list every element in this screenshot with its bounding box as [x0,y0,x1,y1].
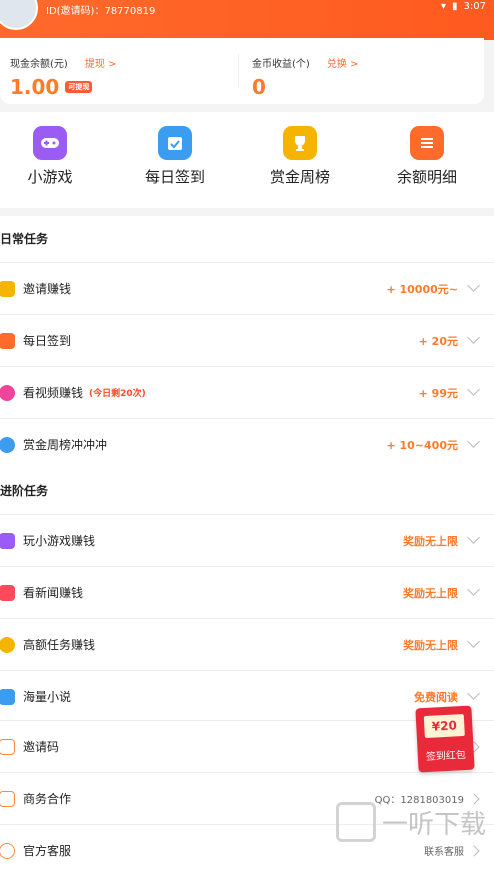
advanced-tasks-section: 进阶任务 玩小游戏赚钱 奖励无上限 看新闻赚钱 奖励无上限 高额任务赚钱 奖励无… [0,468,494,722]
wallet-divider [238,54,239,88]
task-note: (今日剩20次) [89,389,146,399]
cash-value: 1.00 [10,75,60,99]
task-label: 每日签到 [23,334,72,348]
withdraw-link[interactable]: 提现 > [85,59,117,70]
task-label: 邀请赚钱 [23,282,72,296]
chevron-down-icon[interactable] [467,435,480,448]
gamepad-icon [0,532,15,549]
task-row-games[interactable]: 玩小游戏赚钱 奖励无上限 [0,514,494,566]
task-row-checkin[interactable]: 每日签到 + 20元 [0,314,494,366]
briefcase-icon [0,790,15,807]
cash-label: 现金余额(元) [10,59,68,70]
chat-icon [0,738,15,755]
quick-balance-detail[interactable]: 余额明细 [377,126,477,187]
quick-actions: 小游戏 每日签到 赏金周榜 余额明细 [0,112,494,208]
task-reward: 奖励无上限 [403,586,458,600]
watermark-text: 一听下载 [382,809,487,840]
quick-balance-detail-label: 余额明细 [396,168,457,186]
wifi-icon: ▾ [440,1,447,12]
quick-checkin-label: 每日签到 [144,168,205,186]
coin-value: 0 [252,75,266,99]
news-icon [0,584,15,601]
task-label: 海量小说 [23,690,72,704]
pacman-icon [0,636,15,653]
task-row-ranking[interactable]: 赏金周榜冲冲冲 + 10~400元 [0,418,494,470]
red-packet-button[interactable]: ¥20 签到红包 [415,705,475,773]
advanced-tasks-title: 进阶任务 [0,484,49,498]
task-row-video[interactable]: 看视频赚钱 (今日剩20次) + 99元 [0,366,494,418]
task-reward: 奖励无上限 [403,638,458,652]
book-icon [0,688,15,705]
wallet-card: 现金余额(元) 提现 > 1.00 可提现 金币收益(个) 兑换 > 0 [0,38,484,104]
red-packet-label: 签到红包 [425,749,467,764]
coin-balance: 金币收益(个) 兑换 > 0 [252,52,358,99]
watermark-logo-icon [336,802,376,842]
time: 3:07 [463,1,486,12]
invite-id-text: ID(邀请码)：78770819 [46,6,156,17]
task-label: 赏金周榜冲冲冲 [23,438,108,452]
task-reward: 奖励无上限 [403,534,458,548]
chevron-down-icon[interactable] [467,531,480,544]
chevron-down-icon[interactable] [467,583,480,596]
quick-games-label: 小游戏 [27,168,73,186]
task-reward: + 10000元~ [386,282,458,296]
task-reward: 免费阅读 [414,690,458,704]
list-icon [410,126,444,160]
calendar-icon [0,332,15,349]
daily-tasks-title: 日常任务 [0,232,49,246]
chevron-down-icon[interactable] [467,331,480,344]
chevron-down-icon[interactable] [467,687,480,700]
task-row-high[interactable]: 高额任务赚钱 奖励无上限 [0,618,494,670]
status-bar: ▾ ▮ 3:07 [441,1,486,12]
top-header: ID(邀请码)：78770819 ▾ ▮ 3:07 [0,0,494,40]
play-icon [0,384,15,401]
calendar-check-icon [158,126,192,160]
battery-icon: ▮ [452,1,458,12]
alarm-icon [0,436,15,453]
daily-tasks-section: 日常任务 邀请赚钱 + 10000元~ 每日签到 + 20元 看视频赚钱 (今日… [0,216,494,470]
invite-icon [0,280,15,297]
quick-ranking[interactable]: 赏金周榜 [250,126,350,187]
exchange-link[interactable]: 兑换 > [327,59,359,70]
task-row-news[interactable]: 看新闻赚钱 奖励无上限 [0,566,494,618]
quick-checkin[interactable]: 每日签到 [125,126,225,187]
chevron-down-icon[interactable] [467,279,480,292]
task-label: 高额任务赚钱 [23,638,96,652]
task-reward: + 10~400元 [386,438,458,452]
red-packet-amount: ¥20 [423,713,465,739]
task-row-invite[interactable]: 邀请赚钱 + 10000元~ [0,262,494,314]
quick-ranking-label: 赏金周榜 [269,168,330,186]
menu-value: 联系客服 [424,847,464,858]
withdrawable-badge: 可提现 [65,81,93,93]
trophy-icon [283,126,317,160]
quick-games[interactable]: 小游戏 [0,126,100,187]
menu-label: 邀请码 [23,740,60,754]
task-label: 看视频赚钱 [23,386,84,400]
cash-balance: 现金余额(元) 提现 > 1.00 可提现 [10,52,116,99]
chevron-down-icon[interactable] [467,635,480,648]
coin-label: 金币收益(个) [252,59,310,70]
watermark: 一听下载 [336,800,492,844]
task-label: 玩小游戏赚钱 [23,534,96,548]
chevron-down-icon[interactable] [467,383,480,396]
task-label: 看新闻赚钱 [23,586,84,600]
avatar[interactable] [0,0,38,30]
task-reward: + 20元 [418,334,458,348]
task-reward: + 99元 [418,386,458,400]
gamepad-icon [33,126,67,160]
menu-label: 商务合作 [23,792,72,806]
chevron-right-icon[interactable] [468,845,480,857]
